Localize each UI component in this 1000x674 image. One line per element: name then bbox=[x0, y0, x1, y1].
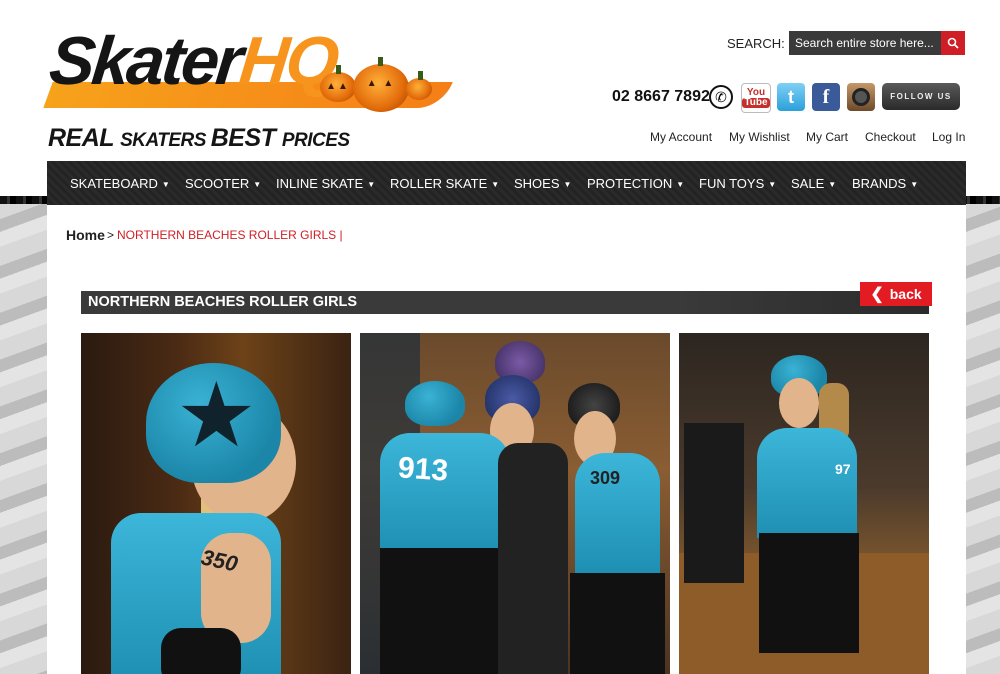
nav-item-skateboard[interactable]: SKATEBOARD ▼ bbox=[70, 176, 170, 191]
follow-us-button[interactable]: FOLLOW US bbox=[882, 83, 960, 110]
star-icon: ★ bbox=[176, 366, 257, 466]
pumpkin-icon: ▲▲ bbox=[320, 65, 356, 102]
dropdown-arrow-icon: ▼ bbox=[910, 180, 919, 189]
phone-icon: ✆ bbox=[709, 85, 733, 109]
skater-number: 97 bbox=[835, 461, 851, 477]
breadcrumb-current: NORTHERN BEACHES ROLLER GIRLS | bbox=[117, 228, 343, 242]
chevron-left-icon: ❮ bbox=[870, 286, 884, 303]
nav-item-shoes[interactable]: SHOES ▼ bbox=[514, 176, 571, 191]
page-title: NORTHERN BEACHES ROLLER GIRLS bbox=[88, 294, 358, 310]
search-input[interactable] bbox=[789, 31, 941, 55]
twitter-icon[interactable]: t bbox=[777, 83, 805, 111]
background-side-right bbox=[966, 200, 1000, 674]
main-nav: SKATEBOARD ▼ SCOOTER ▼ INLINE SKATE ▼ ROLLE… bbox=[47, 161, 966, 205]
jersey bbox=[757, 428, 857, 538]
gallery-photo-2[interactable]: 913 309 bbox=[360, 333, 670, 674]
pumpkin-icon: ▲ ▲ bbox=[353, 57, 409, 112]
dropdown-arrow-icon: ▼ bbox=[367, 180, 376, 189]
dropdown-arrow-icon: ▼ bbox=[676, 180, 685, 189]
my-account-link[interactable]: My Account bbox=[650, 130, 712, 144]
youtube-icon[interactable]: You Tube bbox=[741, 83, 771, 113]
dropdown-arrow-icon: ▼ bbox=[491, 180, 500, 189]
checkout-link[interactable]: Checkout bbox=[865, 130, 916, 144]
login-link[interactable]: Log In bbox=[932, 130, 965, 144]
dropdown-arrow-icon: ▼ bbox=[161, 180, 170, 189]
nav-item-roller-skate[interactable]: ROLLER SKATE ▼ bbox=[390, 176, 499, 191]
main-content: Home > NORTHERN BEACHES ROLLER GIRLS | N… bbox=[47, 205, 966, 674]
nav-item-inline-skate[interactable]: INLINE SKATE ▼ bbox=[276, 176, 375, 191]
gallery-photo-3[interactable]: 97 bbox=[679, 333, 929, 674]
logo-word-main: Skater bbox=[46, 23, 244, 99]
my-cart-link[interactable]: My Cart bbox=[806, 130, 848, 144]
dropdown-arrow-icon: ▼ bbox=[828, 180, 837, 189]
breadcrumb-separator: > bbox=[107, 228, 115, 242]
nav-item-brands[interactable]: BRANDS ▼ bbox=[852, 176, 918, 191]
nav-item-sale[interactable]: SALE ▼ bbox=[791, 176, 836, 191]
skater-number: 913 bbox=[396, 451, 450, 488]
dropdown-arrow-icon: ▼ bbox=[768, 180, 777, 189]
phone-number[interactable]: 02 8667 7892 bbox=[612, 88, 710, 106]
search-button[interactable] bbox=[941, 31, 965, 55]
back-button[interactable]: ❮ back bbox=[860, 282, 932, 306]
nav-item-scooter[interactable]: SCOOTER ▼ bbox=[185, 176, 261, 191]
skater-number: 309 bbox=[590, 468, 621, 488]
search-icon bbox=[947, 37, 959, 49]
back-label: back bbox=[889, 286, 922, 302]
my-wishlist-link[interactable]: My Wishlist bbox=[729, 130, 790, 144]
breadcrumb-home[interactable]: Home bbox=[66, 227, 105, 243]
gallery-photo-1[interactable]: ★ 350 bbox=[81, 333, 351, 674]
nav-item-protection[interactable]: PROTECTION ▼ bbox=[587, 176, 684, 191]
pumpkin-icon bbox=[406, 71, 432, 100]
search-label: SEARCH: bbox=[727, 36, 785, 51]
nav-item-fun-toys[interactable]: FUN TOYS ▼ bbox=[699, 176, 776, 191]
logo-tagline: REAL SKATERS BEST PRICES bbox=[48, 124, 350, 152]
facebook-icon[interactable]: f bbox=[812, 83, 840, 111]
page-title-bar: NORTHERN BEACHES ROLLER GIRLS bbox=[81, 291, 929, 314]
dropdown-arrow-icon: ▼ bbox=[253, 180, 262, 189]
instagram-icon[interactable] bbox=[847, 83, 875, 111]
background-side-left bbox=[0, 200, 50, 674]
dropdown-arrow-icon: ▼ bbox=[563, 180, 572, 189]
logo-wordmark: SkaterHQ bbox=[46, 22, 340, 100]
